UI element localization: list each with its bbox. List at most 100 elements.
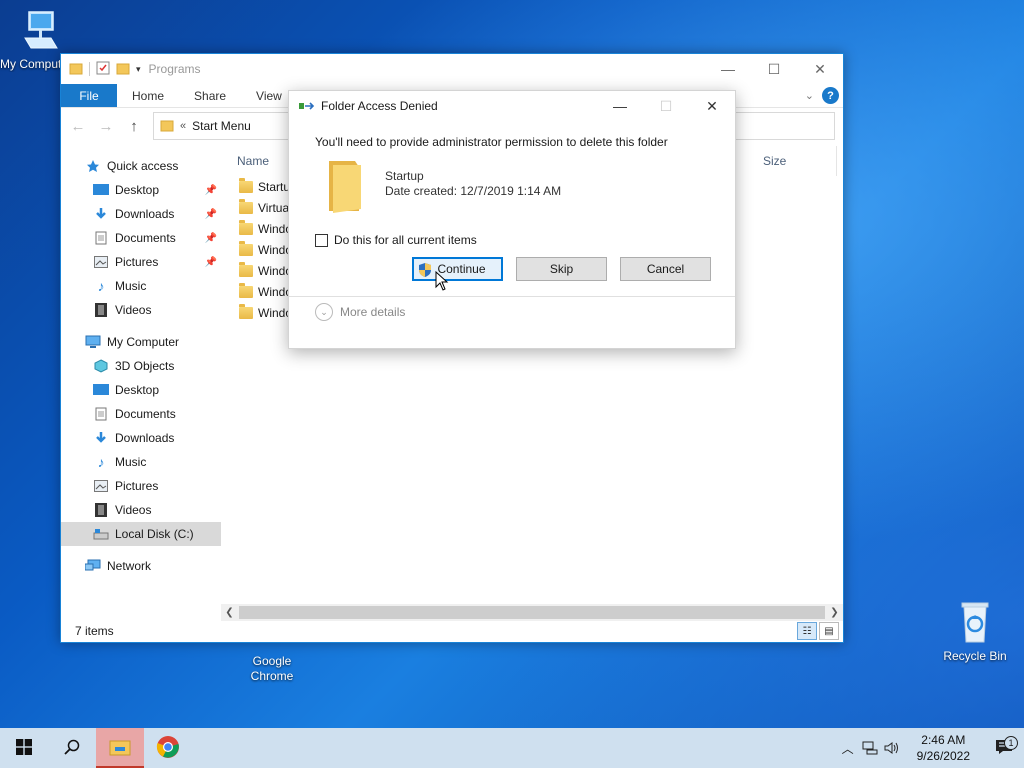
skip-button[interactable]: Skip xyxy=(516,257,607,281)
apply-to-all-checkbox[interactable]: Do this for all current items xyxy=(289,211,735,247)
dialog-message: You'll need to provide administrator per… xyxy=(315,135,668,149)
nav-label: Downloads xyxy=(115,207,175,221)
dialog-close-button[interactable]: ✕ xyxy=(689,91,735,121)
breadcrumb-overflow[interactable]: « xyxy=(180,120,186,132)
folder-icon xyxy=(239,282,253,298)
new-folder-icon[interactable] xyxy=(116,61,130,78)
back-arrow-icon[interactable]: ← xyxy=(69,118,87,135)
nav-quick-music[interactable]: ♪ Music xyxy=(61,274,221,298)
document-icon xyxy=(93,230,109,246)
nav-quick-pictures[interactable]: Pictures 📌 xyxy=(61,250,221,274)
chrome-icon xyxy=(156,735,180,762)
item-name: Startup xyxy=(385,169,424,183)
nav-label: Downloads xyxy=(115,431,175,445)
taskbar-chrome[interactable] xyxy=(144,728,192,768)
computer-icon xyxy=(85,334,101,350)
close-button[interactable]: ✕ xyxy=(797,54,843,84)
properties-icon[interactable] xyxy=(96,61,110,78)
nav-documents[interactable]: Documents xyxy=(61,402,221,426)
nav-my-computer[interactable]: My Computer xyxy=(61,330,221,354)
forward-arrow-icon[interactable]: → xyxy=(97,118,115,135)
nav-quick-documents[interactable]: Documents 📌 xyxy=(61,226,221,250)
file-name: Windo xyxy=(258,221,293,236)
file-explorer-icon xyxy=(109,738,131,759)
clock[interactable]: 2:46 AM 9/26/2022 xyxy=(903,732,984,764)
nav-desktop[interactable]: Desktop xyxy=(61,378,221,402)
column-header-size[interactable]: Size xyxy=(763,154,786,168)
chevron-down-icon: ⌄ xyxy=(315,303,333,321)
up-arrow-icon[interactable]: ↑ xyxy=(125,118,143,135)
desktop-icon xyxy=(93,382,109,398)
download-icon xyxy=(93,430,109,446)
nav-downloads[interactable]: Downloads xyxy=(61,426,221,450)
music-icon: ♪ xyxy=(97,454,105,470)
desktop-icon-recycle-bin[interactable]: Recycle Bin xyxy=(935,600,1015,664)
nav-label: Documents xyxy=(115,231,176,245)
action-center-button[interactable]: 1 xyxy=(984,735,1024,758)
folder-icon xyxy=(160,118,174,135)
horizontal-scrollbar[interactable]: ❮ ❯ xyxy=(221,604,843,621)
chevron-up-icon[interactable]: ︿ xyxy=(837,740,859,757)
more-details-toggle[interactable]: ⌄ More details xyxy=(289,297,735,321)
mouse-pointer-icon xyxy=(435,270,449,294)
folder-icon xyxy=(239,219,253,235)
network-icon[interactable] xyxy=(859,741,881,755)
help-icon[interactable]: ? xyxy=(822,87,839,104)
taskbar-file-explorer[interactable] xyxy=(96,728,144,768)
folder-icon xyxy=(239,240,253,256)
large-icons-view-icon[interactable]: ▤ xyxy=(819,622,839,640)
details-view-icon[interactable]: ☷ xyxy=(797,622,817,640)
search-button[interactable] xyxy=(48,728,96,768)
nav-network[interactable]: Network xyxy=(61,554,221,578)
expand-ribbon-chevron-icon[interactable]: ⌄ xyxy=(805,89,814,102)
customize-qat-chevron-icon[interactable]: ▾ xyxy=(136,64,141,75)
tab-share[interactable]: Share xyxy=(179,84,241,107)
pictures-icon xyxy=(93,478,109,494)
nav-quick-videos[interactable]: Videos xyxy=(61,298,221,322)
scrollbar-thumb[interactable] xyxy=(239,606,825,619)
scroll-left-arrow-icon[interactable]: ❮ xyxy=(221,604,238,621)
minimize-button[interactable]: — xyxy=(705,54,751,84)
video-icon xyxy=(93,502,109,518)
volume-icon[interactable] xyxy=(881,741,903,755)
dialog-window-controls: — ☐ ✕ xyxy=(597,91,735,121)
nav-label: Pictures xyxy=(115,255,159,269)
folder-icon xyxy=(239,177,253,193)
nav-label: Desktop xyxy=(115,183,160,197)
continue-button[interactable]: Continue xyxy=(412,257,503,281)
nav-label: Desktop xyxy=(115,383,160,397)
nav-label: 3D Objects xyxy=(115,359,175,373)
folder-icon xyxy=(239,303,253,319)
nav-quick-desktop[interactable]: Desktop 📌 xyxy=(61,178,221,202)
start-button[interactable] xyxy=(0,728,48,768)
search-icon xyxy=(64,739,80,758)
nav-quick-access[interactable]: Quick access xyxy=(61,154,221,178)
breadcrumb-start-menu[interactable]: Start Menu xyxy=(192,119,251,133)
file-name: Windo xyxy=(258,263,293,278)
desktop-icon-google-chrome[interactable]: Google Chrome xyxy=(232,636,312,684)
dialog-minimize-button[interactable]: — xyxy=(597,91,643,121)
nav-label: My Computer xyxy=(107,335,180,349)
tab-home[interactable]: Home xyxy=(117,84,179,107)
maximize-button[interactable]: ☐ xyxy=(751,54,797,84)
folder-access-denied-dialog: Folder Access Denied — ☐ ✕ You'll need t… xyxy=(288,90,736,349)
nav-label: Music xyxy=(115,279,147,293)
dialog-titlebar: Folder Access Denied — ☐ ✕ xyxy=(289,91,735,121)
column-header-name[interactable]: Name xyxy=(237,154,269,168)
dialog-maximize-button: ☐ xyxy=(659,97,673,114)
file-name: Virtua xyxy=(258,200,290,215)
desktop-icon xyxy=(93,182,109,198)
nav-3d-objects[interactable]: 3D Objects xyxy=(61,354,221,378)
nav-local-disk[interactable]: Local Disk (C:) xyxy=(61,522,221,546)
qat-divider xyxy=(89,62,90,76)
tab-file[interactable]: File xyxy=(61,84,117,107)
cancel-button[interactable]: Cancel xyxy=(620,257,711,281)
nav-quick-downloads[interactable]: Downloads 📌 xyxy=(61,202,221,226)
nav-music[interactable]: ♪ Music xyxy=(61,450,221,474)
checkbox-box[interactable] xyxy=(315,233,328,247)
nav-videos[interactable]: Videos xyxy=(61,498,221,522)
scroll-right-arrow-icon[interactable]: ❯ xyxy=(826,604,843,621)
checkbox-label: Do this for all current items xyxy=(334,233,477,247)
nav-pictures[interactable]: Pictures xyxy=(61,474,221,498)
clock-time: 2:46 AM xyxy=(921,733,966,747)
